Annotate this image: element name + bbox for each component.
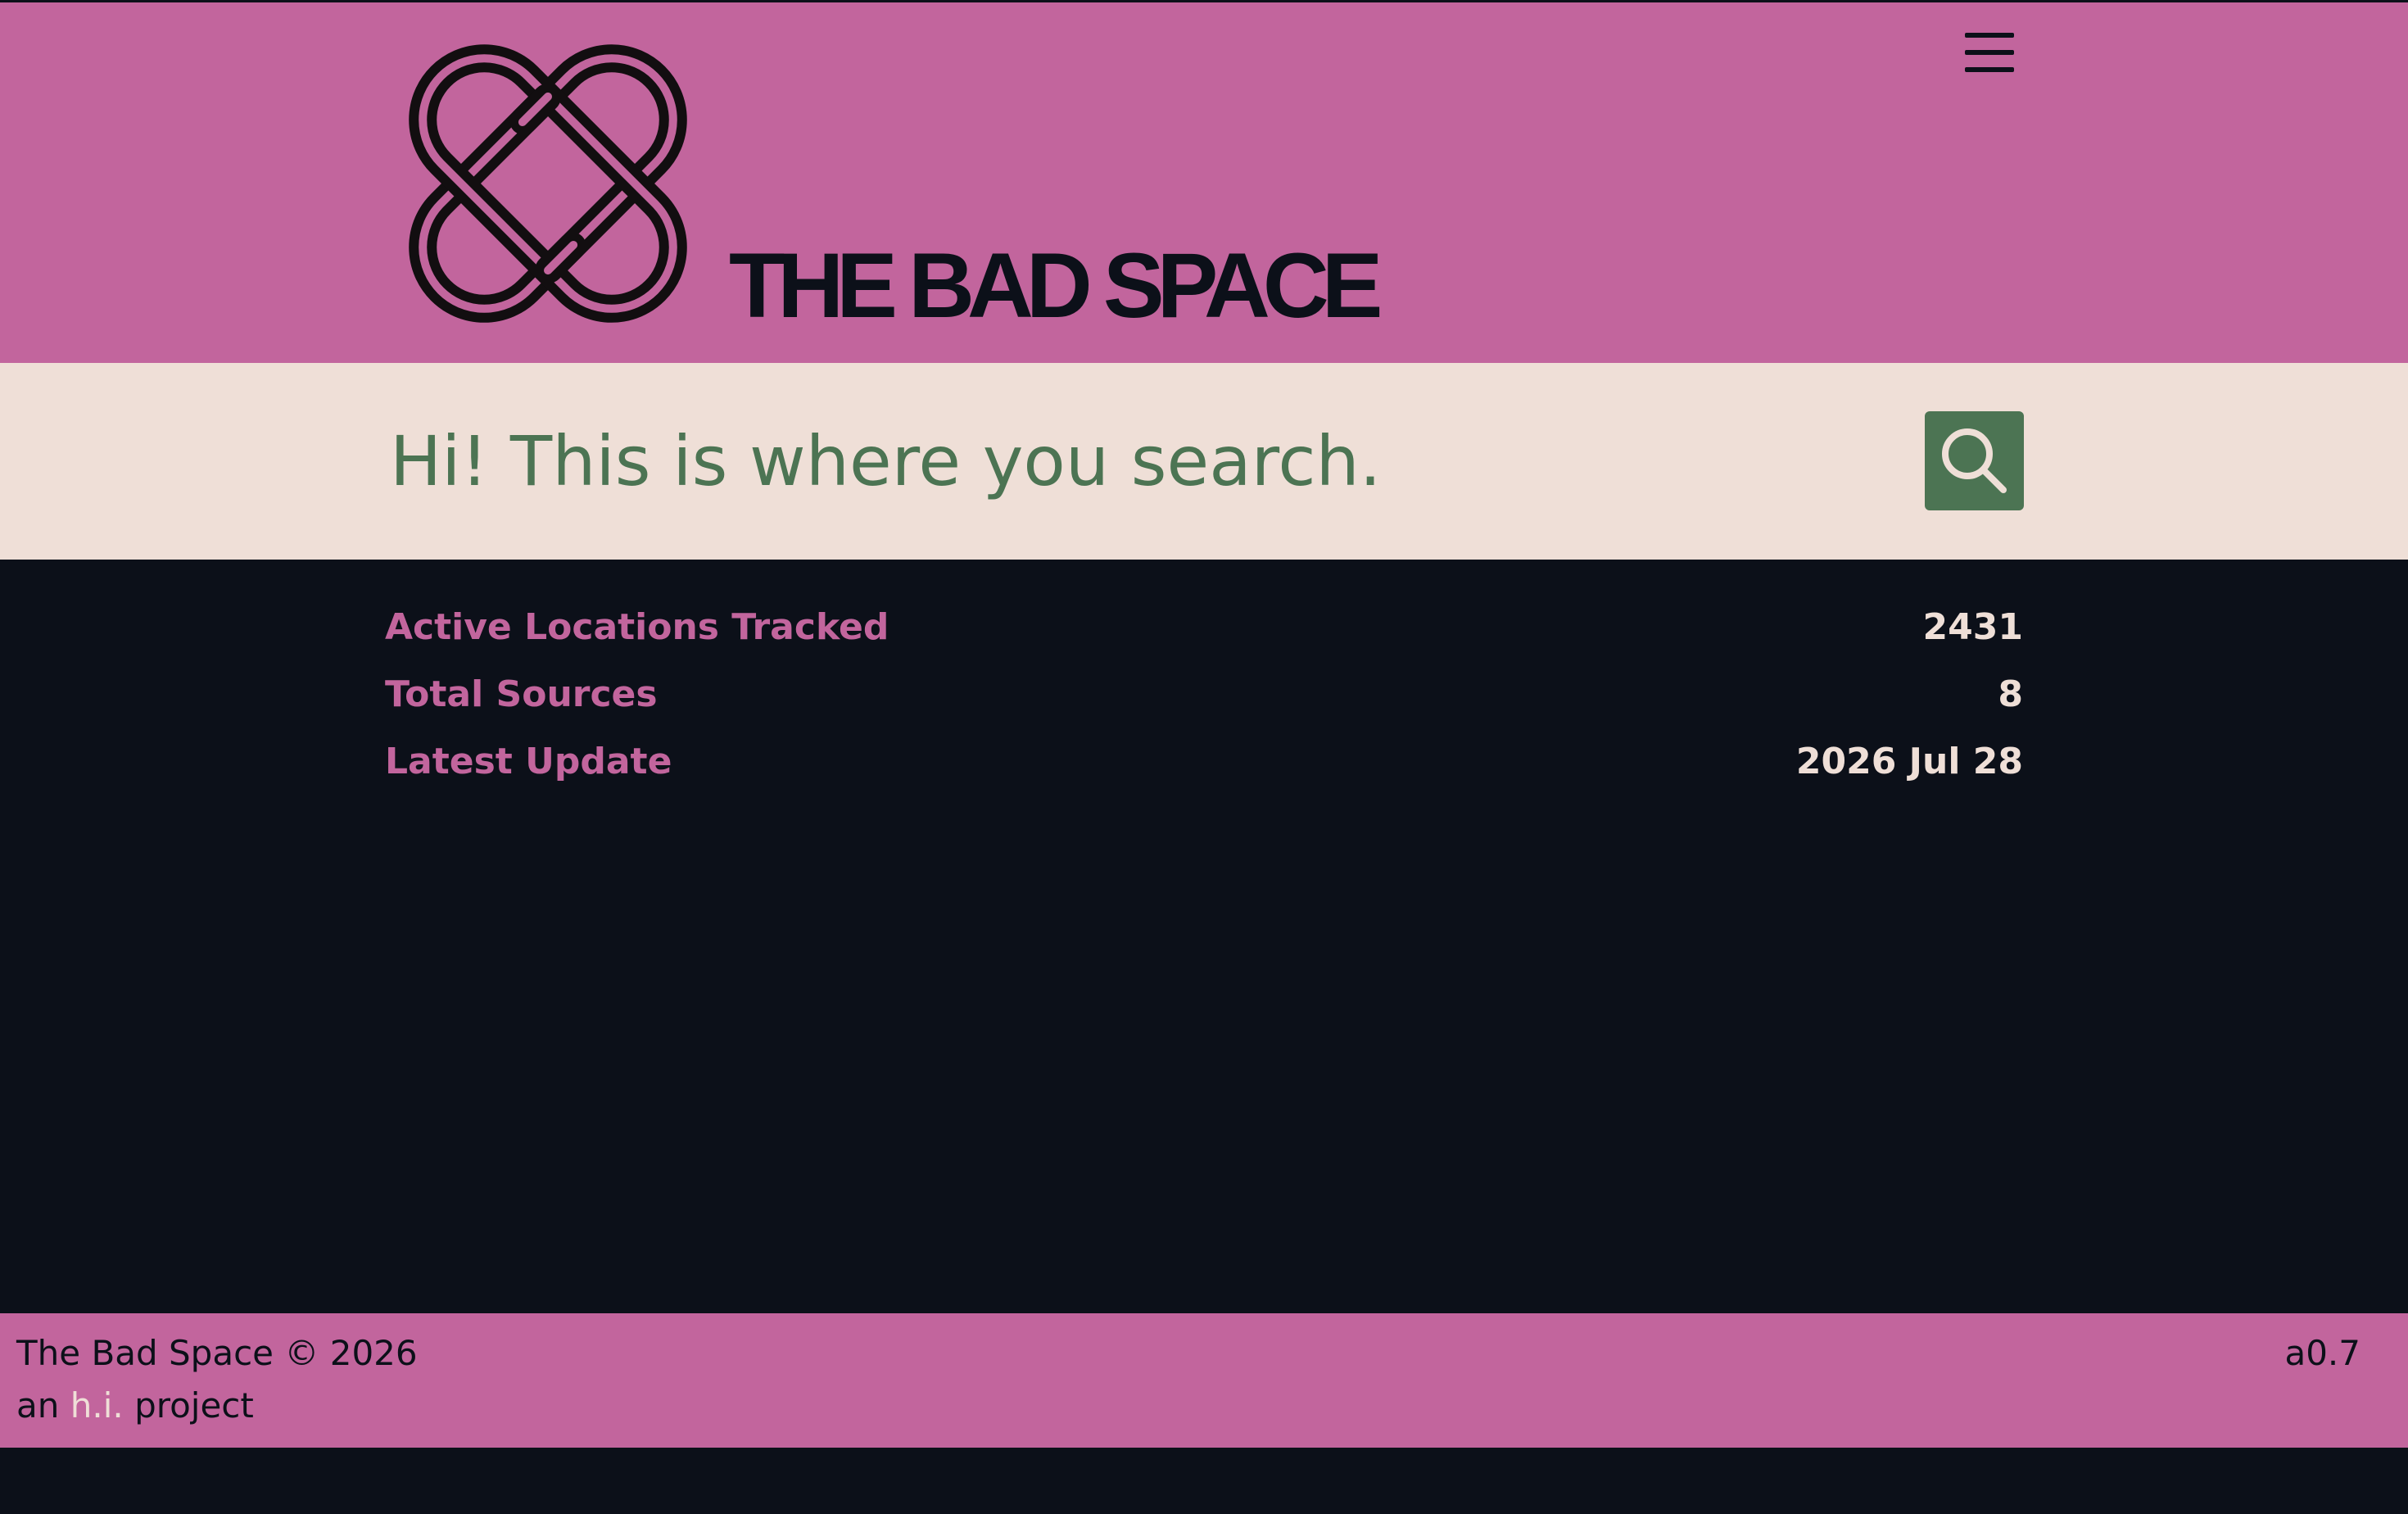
project-credit: an h.i. project <box>16 1385 254 1426</box>
search-button[interactable] <box>1925 411 2024 510</box>
stat-value: 8 <box>1998 673 2023 715</box>
stats-panel: Active Locations Tracked 2431 Total Sour… <box>385 606 2023 808</box>
stat-value: 2431 <box>1922 606 2023 648</box>
site-header: THE BAD SPACE <box>0 0 2408 363</box>
site-title: THE BAD SPACE <box>729 234 1383 337</box>
copyright: The Bad Space © 2026 <box>16 1333 418 1373</box>
site-footer: The Bad Space © 2026 an h.i. project a0.… <box>0 1313 2408 1448</box>
stat-row: Active Locations Tracked 2431 <box>385 606 2023 673</box>
menu-bar <box>1965 33 2014 38</box>
logo-link[interactable] <box>390 25 706 342</box>
menu-bar <box>1965 50 2014 55</box>
stat-row: Total Sources 8 <box>385 673 2023 741</box>
hamburger-menu-icon[interactable] <box>1962 29 2017 75</box>
version-label: a0.7 <box>2284 1333 2360 1373</box>
search-input[interactable] <box>390 396 1881 527</box>
interlocking-knot-logo <box>409 44 687 323</box>
stat-label: Latest Update <box>385 741 672 782</box>
stat-row: Latest Update 2026 Jul 28 <box>385 741 2023 808</box>
stat-label: Total Sources <box>385 673 658 715</box>
search-bar <box>0 363 2408 560</box>
hi-project-link[interactable]: h.i. <box>70 1385 124 1426</box>
stat-value: 2026 Jul 28 <box>1795 741 2023 782</box>
search-icon <box>1942 428 2007 493</box>
credit-prefix: an <box>16 1385 60 1426</box>
menu-bar <box>1965 67 2014 72</box>
stat-label: Active Locations Tracked <box>385 606 889 648</box>
credit-suffix: project <box>134 1385 254 1426</box>
